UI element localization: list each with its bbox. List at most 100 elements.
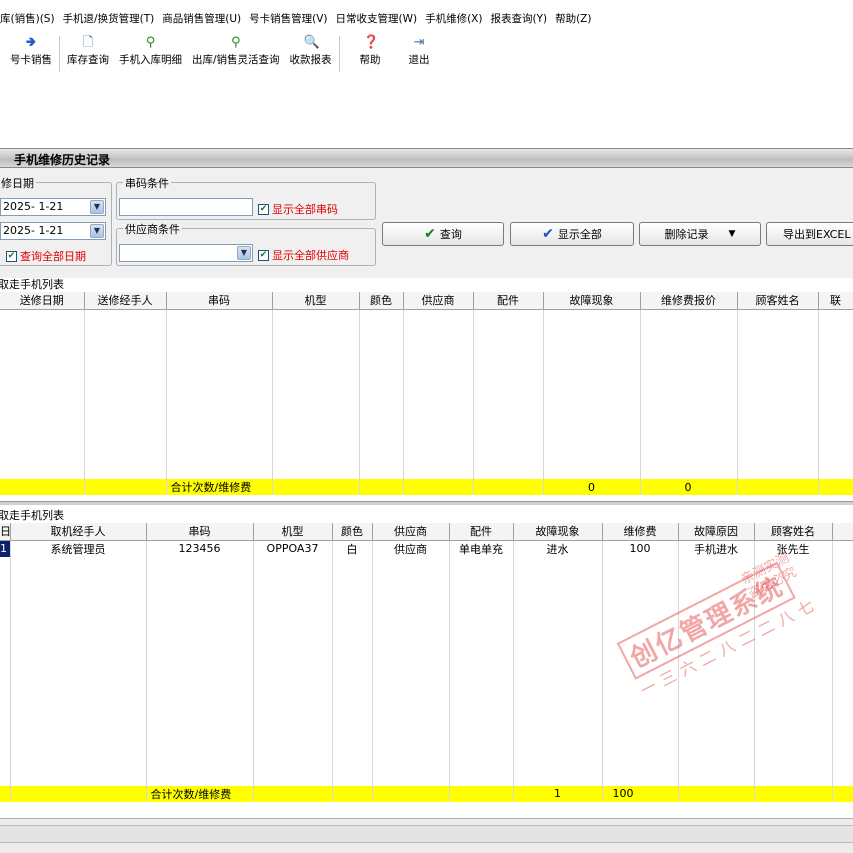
cell-extra[interactable] — [832, 540, 853, 557]
cell-supplier[interactable]: 供应商 — [372, 540, 450, 557]
checkmark-icon: ✔ — [6, 250, 17, 262]
date-group-label: 修日期 — [0, 175, 36, 191]
window-title-bar: 手机维修历史记录 — [0, 148, 853, 168]
export-excel-label: 导出到EXCEL — [783, 228, 851, 241]
cell-fee[interactable]: 100 — [602, 540, 679, 557]
empty-row — [0, 309, 853, 325]
phone-stock-detail-button[interactable]: ⚲ 手机入库明细 — [114, 36, 187, 67]
query-button-label: 查询 — [439, 228, 462, 241]
column-header[interactable]: 取机经手人 — [10, 523, 147, 541]
menu-reports[interactable]: 报表查询(Y) — [486, 11, 551, 26]
column-header[interactable]: 颜色 — [332, 523, 373, 541]
cell-cause[interactable]: 手机进水 — [678, 540, 755, 557]
card-sales-label: 号卡销售 — [10, 54, 52, 66]
column-header[interactable]: 机型 — [253, 523, 333, 541]
outbound-query-button[interactable]: ⚲ 出库/销售灵活查询 — [187, 36, 285, 67]
toolbar-separator — [338, 36, 340, 72]
stock-query-button[interactable]: 🗋 库存查询 — [62, 36, 114, 67]
show-all-serials-checkbox[interactable]: ✔ 显示全部串码 — [258, 201, 338, 217]
column-header[interactable]: 配件 — [449, 523, 514, 541]
checkmark-icon: ✔ — [258, 203, 269, 215]
column-header[interactable]: 维修费报价 — [640, 292, 738, 310]
toolbar-separator — [59, 36, 60, 72]
serial-input[interactable] — [119, 198, 253, 216]
column-header[interactable] — [832, 523, 853, 541]
query-all-dates-label: 查询全部日期 — [20, 250, 86, 263]
payment-report-button[interactable]: 🔍 收款报表 — [285, 36, 337, 67]
menu-bar: 库(销售)(S) 手机退/换货管理(T) 商品销售管理(U) 号卡销售管理(V)… — [0, 8, 853, 28]
date-to-value: 2025- 1-21 — [3, 224, 64, 237]
column-header[interactable]: 日 — [0, 523, 11, 541]
menu-card-sales[interactable]: 号卡销售管理(V) — [245, 11, 331, 26]
not-picked-list-label: 取走手机列表 — [0, 278, 64, 291]
cell-handler[interactable]: 系统管理员 — [10, 540, 147, 557]
report-icon: 🔍 — [303, 35, 320, 50]
cell-color[interactable]: 白 — [332, 540, 373, 557]
table-row[interactable]: 1 系统管理员 123456 OPPOA37 白 供应商 单电单充 进水 100… — [0, 540, 853, 557]
column-header[interactable]: 供应商 — [403, 292, 474, 310]
show-all-button[interactable]: ✔ 显示全部 — [510, 222, 634, 246]
help-label: 帮助 — [359, 54, 381, 66]
menu-phone-repair[interactable]: 手机维修(X) — [421, 11, 486, 26]
card-sales-button[interactable]: 🢂 号卡销售 — [0, 36, 57, 67]
row-selector[interactable]: 1 — [0, 540, 11, 557]
date-from-value: 2025- 1-21 — [3, 200, 64, 213]
query-button[interactable]: ✔ 查询 — [382, 222, 504, 246]
column-header[interactable]: 颜色 — [359, 292, 404, 310]
column-header[interactable]: 故障原因 — [678, 523, 755, 541]
export-excel-button[interactable]: 导出到EXCEL — [766, 222, 853, 246]
chevron-down-icon[interactable]: ▼ — [90, 200, 104, 214]
cell-accessories[interactable]: 单电单充 — [449, 540, 514, 557]
menu-help[interactable]: 帮助(Z) — [551, 11, 595, 26]
empty-row — [0, 556, 853, 786]
show-all-serials-label: 显示全部串码 — [272, 203, 338, 216]
exit-button[interactable]: ⇥ 退出 — [399, 36, 440, 67]
card-icon: 🢂 — [25, 35, 37, 50]
column-header[interactable]: 串码 — [146, 523, 254, 541]
menu-return-exchange[interactable]: 手机退/换货管理(T) — [59, 11, 159, 26]
table-header-row: 送修日期 送修经手人 串码 机型 颜色 供应商 配件 故障现象 维修费报价 顾客… — [0, 292, 853, 310]
summary-label: 合计次数/维修费 — [166, 479, 273, 495]
column-header[interactable]: 故障现象 — [543, 292, 641, 310]
not-picked-table: 送修日期 送修经手人 串码 机型 颜色 供应商 配件 故障现象 维修费报价 顾客… — [0, 292, 853, 495]
filter-panel: 修日期 2025- 1-21 ▼ 2025- 1-21 ▼ ✔ 查询全部日期 串… — [0, 168, 853, 278]
column-header[interactable]: 送修日期 — [0, 292, 85, 310]
magnifier-icon: ⚲ — [231, 35, 241, 50]
menu-goods-sales[interactable]: 商品销售管理(U) — [158, 11, 245, 26]
document-search-icon: 🗋 — [82, 35, 94, 50]
column-header[interactable]: 顾客姓名 — [737, 292, 819, 310]
picked-list-label: 取走手机列表 — [0, 509, 64, 522]
column-header[interactable]: 机型 — [272, 292, 360, 310]
checkmark-icon: ✔ — [542, 226, 554, 242]
summary-count: 0 — [543, 479, 641, 495]
phone-stock-detail-label: 手机入库明细 — [119, 54, 182, 66]
column-header[interactable]: 串码 — [166, 292, 273, 310]
column-header[interactable]: 送修经手人 — [84, 292, 167, 310]
window-title: 手机维修历史记录 — [14, 153, 111, 167]
supplier-select[interactable]: ▼ — [119, 244, 253, 262]
column-header[interactable]: 配件 — [473, 292, 544, 310]
column-header[interactable]: 联 — [818, 292, 853, 310]
cell-symptom[interactable]: 进水 — [513, 540, 603, 557]
column-header[interactable]: 故障现象 — [513, 523, 603, 541]
chevron-down-icon[interactable]: ▼ — [237, 246, 251, 260]
summary-fee: 0 — [640, 479, 738, 495]
show-all-suppliers-checkbox[interactable]: ✔ 显示全部供应商 — [258, 247, 349, 263]
column-header[interactable]: 供应商 — [372, 523, 450, 541]
cell-model[interactable]: OPPOA37 — [253, 540, 333, 557]
date-from-picker[interactable]: 2025- 1-21 ▼ — [0, 198, 106, 216]
column-header[interactable]: 维修费 — [602, 523, 679, 541]
chevron-down-icon[interactable]: ▼ — [90, 224, 104, 238]
date-to-picker[interactable]: 2025- 1-21 ▼ — [0, 222, 106, 240]
workspace-background — [0, 80, 853, 144]
menu-daily-finance[interactable]: 日常收支管理(W) — [332, 11, 422, 26]
cell-customer[interactable]: 张先生 — [754, 540, 833, 557]
delete-record-button[interactable]: 删除记录 ▼ — [639, 222, 761, 246]
column-header[interactable]: 顾客姓名 — [754, 523, 833, 541]
chevron-down-icon[interactable]: ▼ — [729, 229, 736, 239]
menu-sales[interactable]: 库(销售)(S) — [0, 11, 59, 26]
section-divider — [0, 501, 853, 505]
help-button[interactable]: ❓ 帮助 — [342, 36, 399, 67]
query-all-dates-checkbox[interactable]: ✔ 查询全部日期 — [6, 248, 86, 264]
cell-serial[interactable]: 123456 — [146, 540, 254, 557]
